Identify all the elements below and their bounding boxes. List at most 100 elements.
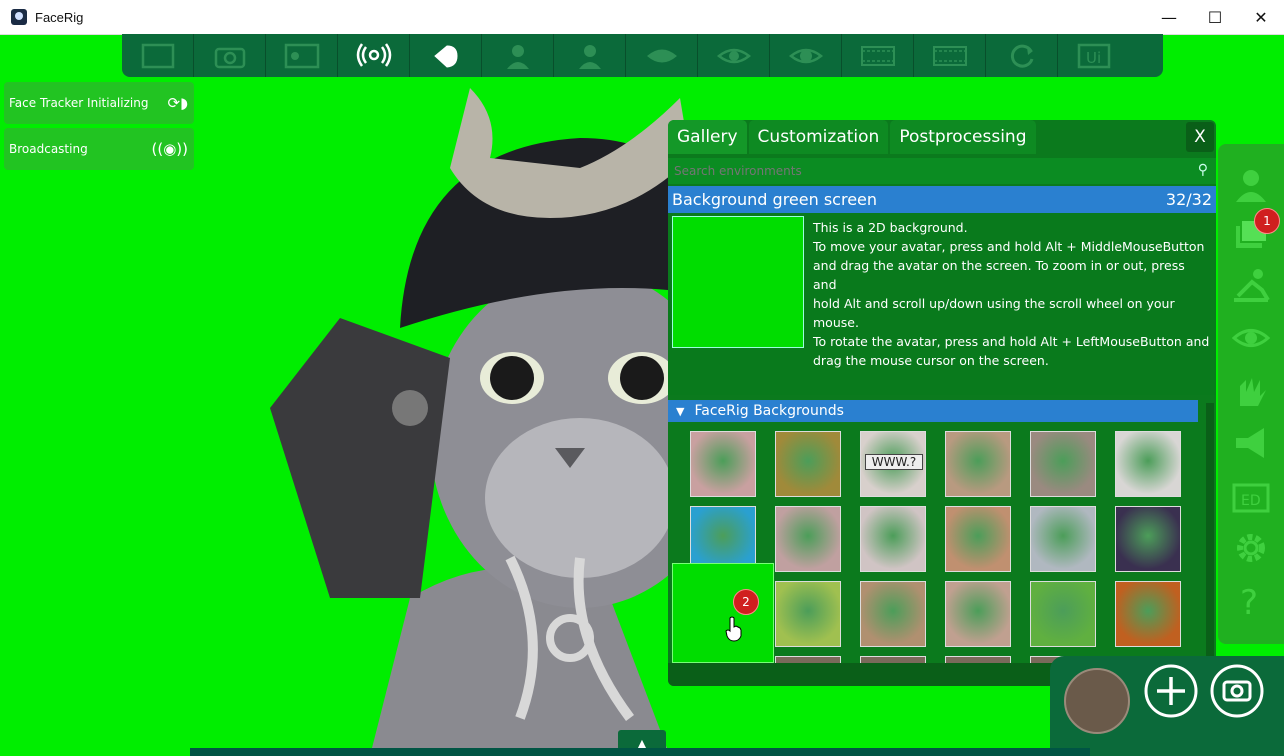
eye-settings-sidebar-button[interactable]: [1231, 319, 1271, 357]
background-thumbnail-window-room[interactable]: [945, 581, 1011, 647]
face-tracker-label: Face Tracker Initializing: [9, 96, 149, 110]
close-panel-button[interactable]: X: [1186, 122, 1214, 152]
ui-toggle-button[interactable]: Ui: [1058, 34, 1130, 77]
filmstrip-icon: [932, 45, 967, 66]
broadcasting-status[interactable]: Broadcasting ((◉)): [4, 128, 194, 170]
camera-button[interactable]: [194, 34, 266, 77]
collapse-triangle-icon: ▼: [676, 404, 685, 418]
background-thumbnail-partial[interactable]: [945, 656, 1011, 663]
picture-in-picture-button[interactable]: [266, 34, 338, 77]
lips-button[interactable]: [626, 34, 698, 77]
avatar-settings-icon: [578, 44, 601, 69]
megaphone-icon: [1236, 428, 1264, 458]
right-sidebar: ED? 1: [1218, 144, 1284, 644]
maximize-button[interactable]: ☐: [1192, 0, 1238, 34]
bottom-controls: [1050, 656, 1284, 756]
film-button[interactable]: [842, 34, 914, 77]
background-thumbnail-alley[interactable]: [945, 506, 1011, 572]
picture-in-picture-icon: [284, 43, 319, 68]
background-thumbnail-night-houses[interactable]: [1115, 506, 1181, 572]
refresh-face-icon: ⟳◗: [167, 94, 188, 112]
section-header-facerig-backgrounds[interactable]: ▼ FaceRig Backgrounds: [668, 400, 1198, 422]
eye-button[interactable]: [698, 34, 770, 77]
settings-icon: [1237, 534, 1265, 562]
fullscreen-button[interactable]: [122, 34, 194, 77]
search-bar: ⚲: [668, 158, 1216, 184]
ui-icon: Ui: [1077, 43, 1111, 68]
background-thumbnail-partial[interactable]: [775, 656, 841, 663]
background-thumbnail-bedroom-blur[interactable]: [690, 431, 756, 497]
description-line: To rotate the avatar, press and hold Alt…: [813, 334, 1210, 349]
broadcast-button[interactable]: [338, 34, 410, 77]
window-title: FaceRig: [35, 9, 84, 25]
tab-gallery[interactable]: Gallery: [668, 120, 747, 154]
camera-icon: [214, 47, 245, 68]
description-line: To move your avatar, press and hold Alt …: [813, 239, 1205, 254]
tab-customization[interactable]: Customization: [748, 120, 889, 154]
avatar-icon: [1236, 170, 1266, 202]
minimize-button[interactable]: —: [1146, 0, 1192, 34]
avatar-thumbnail[interactable]: [1064, 668, 1130, 734]
grid-scrollbar[interactable]: [1206, 403, 1214, 658]
fullscreen-icon: [141, 43, 174, 68]
description-line: hold Alt and scroll up/down using the sc…: [813, 296, 1175, 330]
description-line: and drag the avatar on the screen. To zo…: [813, 258, 1185, 292]
avatar-settings-button[interactable]: [554, 34, 626, 77]
app-icon: [11, 9, 27, 25]
svg-text:Ui: Ui: [1086, 49, 1101, 67]
background-thumbnail-crystal-ball[interactable]: [775, 506, 841, 572]
avatar-button[interactable]: [482, 34, 554, 77]
avatar-sidebar-button[interactable]: [1232, 166, 1270, 204]
background-thumbnail-www-sign[interactable]: WWW.?: [860, 431, 926, 497]
tab-postprocessing[interactable]: Postprocessing: [890, 120, 1036, 154]
dragged-green-screen-thumbnail[interactable]: 2: [672, 563, 774, 663]
face-tracking-button[interactable]: [410, 34, 482, 77]
broadcast-icon: ((◉)): [151, 140, 189, 158]
help-icon: ?: [1240, 583, 1258, 623]
environment-counter: 32/32: [1165, 190, 1212, 209]
background-thumbnail-winter-scene[interactable]: [1030, 506, 1096, 572]
title-bar: FaceRig — ☐ ✕: [0, 0, 1284, 35]
snapshot-camera-icon[interactable]: [1208, 662, 1266, 720]
settings-sidebar-button[interactable]: [1232, 529, 1270, 567]
notification-badge: 1: [1254, 208, 1280, 234]
refresh-button[interactable]: [986, 34, 1058, 77]
face-tracking-icon: [433, 44, 458, 68]
cursor-badge: 2: [733, 589, 759, 615]
background-thumbnail-diamond-pattern[interactable]: [1030, 581, 1096, 647]
help-sidebar-button[interactable]: ?: [1232, 582, 1270, 623]
section-title: FaceRig Backgrounds: [694, 403, 844, 419]
filmstrip-button[interactable]: [914, 34, 986, 77]
selected-environment-name: Background green screen: [672, 190, 878, 209]
hands-sidebar-button[interactable]: [1232, 372, 1270, 410]
status-panel: Face Tracker Initializing ⟳◗ Broadcastin…: [4, 82, 194, 174]
hand-cursor-icon: [725, 616, 742, 642]
background-thumbnail-partial[interactable]: [860, 656, 926, 663]
ed-sidebar-button[interactable]: ED: [1232, 479, 1270, 517]
search-input[interactable]: [668, 163, 1176, 179]
search-icon[interactable]: ⚲: [1198, 162, 1208, 178]
thumbnail-label: WWW.?: [865, 454, 923, 470]
avatar-icon: [506, 44, 529, 69]
background-thumbnail-gray-vignette[interactable]: [1115, 431, 1181, 497]
eye-tracking-button[interactable]: [770, 34, 842, 77]
background-thumbnail-hallway[interactable]: [945, 431, 1011, 497]
add-icon[interactable]: [1142, 662, 1200, 720]
megaphone-sidebar-button[interactable]: [1232, 424, 1270, 462]
background-thumbnail-forest-light[interactable]: [775, 581, 841, 647]
background-thumbnail-room-plant[interactable]: [860, 581, 926, 647]
background-thumbnail-street-houses[interactable]: [1030, 431, 1096, 497]
exercise-sidebar-button[interactable]: [1232, 266, 1270, 304]
svg-text:ED: ED: [1241, 493, 1261, 509]
background-thumbnail-forest-blur[interactable]: [775, 431, 841, 497]
selected-environment-thumbnail: [672, 216, 804, 348]
hands-icon: [1240, 378, 1266, 406]
environment-description: This is a 2D background. To move your av…: [813, 218, 1211, 370]
bottom-bar-edge: [190, 748, 1090, 756]
face-tracker-status[interactable]: Face Tracker Initializing ⟳◗: [4, 82, 194, 124]
background-thumbnail-frame[interactable]: [860, 506, 926, 572]
close-window-button[interactable]: ✕: [1238, 0, 1284, 34]
ed-icon: ED: [1232, 483, 1270, 513]
exercise-icon: [1234, 269, 1270, 302]
background-thumbnail-fire-cave[interactable]: [1115, 581, 1181, 647]
